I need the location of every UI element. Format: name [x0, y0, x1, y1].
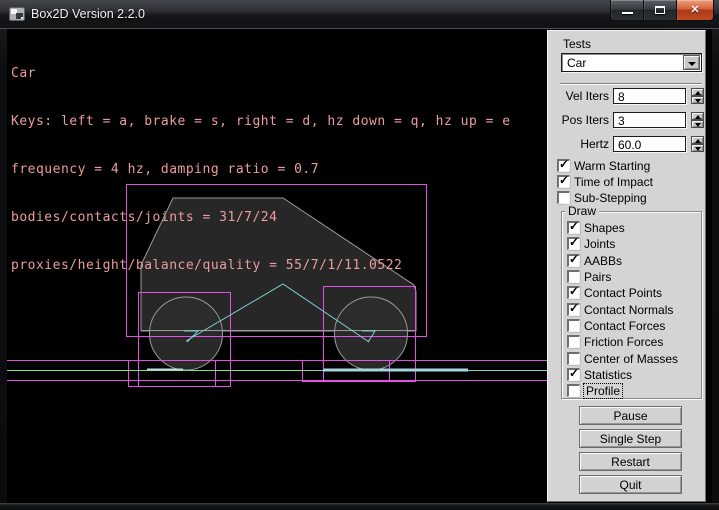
control-panel: Tests Car Vel Iters 8 Pos Iters 3 — [547, 30, 706, 502]
title-bar[interactable]: Box2D Version 2.2.0 ✕ — [0, 0, 719, 29]
checkbox-icon: ✓ — [567, 352, 580, 365]
warm-starting-label: Warm Starting — [574, 159, 650, 173]
pos-iters-row: Pos Iters 3 — [548, 112, 707, 128]
contact-marker — [147, 369, 183, 371]
quit-button[interactable]: Quit — [579, 475, 682, 494]
minimize-icon — [622, 12, 633, 14]
bridge-plank-segment — [323, 369, 468, 372]
statistics-label: Statistics — [584, 368, 632, 382]
separator-line — [560, 83, 702, 85]
checkbox-icon: ✓ — [557, 159, 570, 172]
checkbox-icon: ✓ — [567, 384, 580, 397]
arrow-up-icon — [695, 91, 701, 95]
pos-iters-up-button[interactable] — [691, 112, 704, 120]
center-of-masses-label: Center of Masses — [584, 352, 678, 366]
info-line-counts: bodies/contacts/joints = 31/7/24 — [11, 210, 547, 226]
arrow-down-icon — [695, 99, 701, 103]
arrow-up-icon — [695, 139, 701, 143]
vel-iters-input[interactable]: 8 — [613, 88, 686, 104]
tests-label: Tests — [563, 37, 591, 51]
profile-label: Profile — [584, 384, 622, 398]
contact-normals-label: Contact Normals — [584, 303, 673, 317]
joints-label: Joints — [584, 237, 615, 251]
minimize-button[interactable] — [610, 0, 644, 21]
app-icon — [9, 7, 25, 21]
window-title: Box2D Version 2.2.0 — [31, 7, 145, 21]
pos-iters-label: Pos Iters — [548, 113, 609, 127]
hertz-row: Hertz 60.0 — [548, 136, 707, 152]
pause-button[interactable]: Pause — [579, 406, 682, 425]
close-icon: ✕ — [677, 3, 713, 16]
simulation-canvas[interactable]: Car Keys: left = a, brake = s, right = d… — [7, 29, 547, 503]
friction-forces-label: Friction Forces — [584, 335, 663, 349]
checkbox-icon: ✓ — [557, 175, 570, 188]
pos-iters-down-button[interactable] — [691, 120, 704, 128]
vel-iters-up-button[interactable] — [691, 88, 704, 96]
checkbox-icon: ✓ — [567, 270, 580, 283]
caption-buttons: ✕ — [610, 0, 714, 21]
pairs-label: Pairs — [584, 270, 611, 284]
checkbox-icon: ✓ — [567, 286, 580, 299]
box2d-window: Box2D Version 2.2.0 ✕ — [0, 0, 719, 510]
pos-iters-spinner — [691, 112, 704, 128]
tests-dropdown[interactable]: Car — [561, 53, 702, 72]
restart-button[interactable]: Restart — [579, 452, 682, 471]
arrow-down-icon — [695, 123, 701, 127]
debug-info-text: Car Keys: left = a, brake = s, right = d… — [11, 34, 547, 306]
checkbox-icon: ✓ — [567, 237, 580, 250]
aabbs-label: AABBs — [584, 254, 622, 268]
car-front-wheel-shape — [335, 297, 408, 370]
chevron-down-icon — [688, 62, 696, 66]
sub-stepping-label: Sub-Stepping — [574, 191, 647, 205]
info-line-proxies: proxies/height/balance/quality = 55/7/1/… — [11, 258, 547, 274]
vel-iters-down-button[interactable] — [691, 96, 704, 104]
checkbox-icon: ✓ — [567, 303, 580, 316]
vel-iters-label: Vel Iters — [548, 89, 609, 103]
hertz-input[interactable]: 60.0 — [613, 136, 686, 152]
checkbox-icon: ✓ — [567, 254, 580, 267]
info-line-frequency: frequency = 4 hz, damping ratio = 0.7 — [11, 162, 547, 178]
hertz-label: Hertz — [548, 137, 609, 151]
draw-group-label: Draw — [565, 204, 599, 218]
car-rear-wheel-shape — [150, 297, 223, 370]
vel-iters-spinner — [691, 88, 704, 104]
window-bottom-border — [0, 503, 719, 510]
checkbox-icon: ✓ — [567, 319, 580, 332]
maximize-button[interactable] — [644, 0, 676, 21]
arrow-up-icon — [695, 115, 701, 119]
hertz-up-button[interactable] — [691, 136, 704, 144]
tests-selected-value: Car — [567, 56, 586, 70]
tests-dropdown-button[interactable] — [683, 55, 700, 70]
close-button[interactable]: ✕ — [676, 0, 714, 21]
info-line-test-name: Car — [11, 66, 547, 82]
checkbox-icon: ✓ — [567, 221, 580, 234]
contact-forces-label: Contact Forces — [584, 319, 665, 333]
vel-iters-row: Vel Iters 8 — [548, 88, 707, 104]
arrow-down-icon — [695, 147, 701, 151]
hertz-spinner — [691, 136, 704, 152]
hertz-down-button[interactable] — [691, 144, 704, 152]
checkbox-icon: ✓ — [567, 335, 580, 348]
contact-points-label: Contact Points — [584, 286, 662, 300]
maximize-icon — [655, 6, 665, 14]
pos-iters-input[interactable]: 3 — [613, 112, 686, 128]
shapes-label: Shapes — [584, 221, 625, 235]
checkbox-icon: ✓ — [557, 191, 570, 204]
client-area: Car Keys: left = a, brake = s, right = d… — [7, 29, 712, 503]
time-of-impact-label: Time of Impact — [574, 175, 653, 189]
checkbox-icon: ✓ — [567, 368, 580, 381]
single-step-button[interactable]: Single Step — [579, 429, 682, 448]
info-line-keys: Keys: left = a, brake = s, right = d, hz… — [11, 114, 547, 130]
